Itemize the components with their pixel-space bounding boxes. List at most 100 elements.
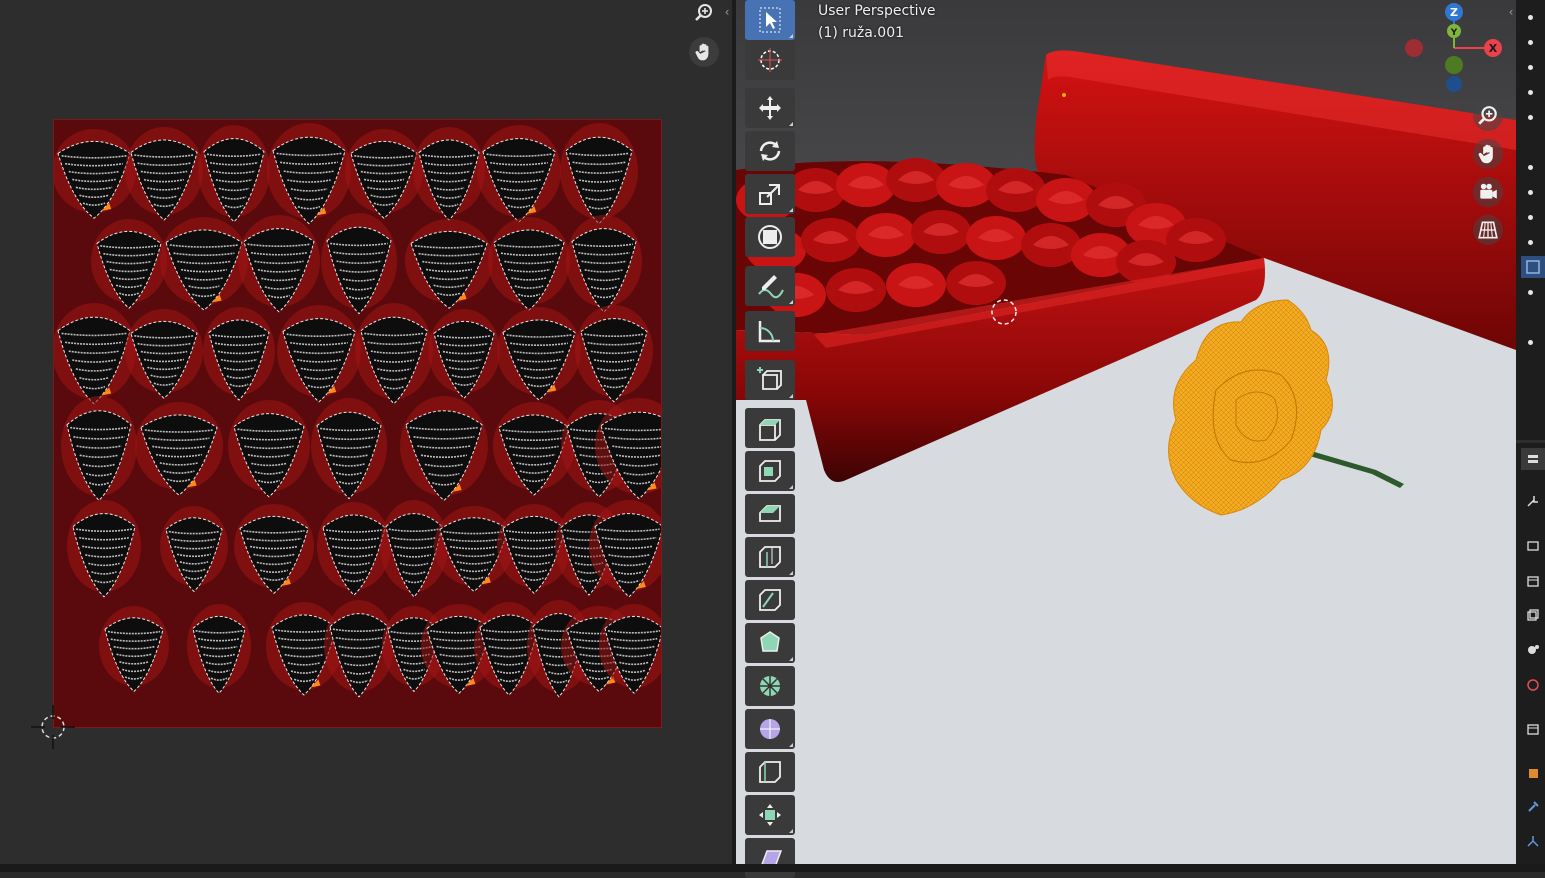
knife-icon xyxy=(759,589,781,611)
uv-island xyxy=(238,215,320,313)
scale-tool-button[interactable] xyxy=(745,174,795,214)
uv-island xyxy=(428,309,500,399)
bevel-tool-button[interactable] xyxy=(745,494,795,534)
cursor-tool-button[interactable] xyxy=(745,40,795,80)
uv-island xyxy=(203,307,275,401)
zoom-icon[interactable] xyxy=(689,0,719,28)
uv-island xyxy=(560,123,638,225)
strip-dot xyxy=(1528,290,1533,295)
uv-island xyxy=(566,215,642,313)
strip-dot xyxy=(1528,15,1533,20)
rotate-tool-button[interactable] xyxy=(745,131,795,171)
select-box-tool-button[interactable] xyxy=(745,0,795,40)
poly-build-tool-button[interactable] xyxy=(745,623,795,663)
move-tool-button[interactable] xyxy=(745,88,795,128)
strip-dot xyxy=(1528,40,1533,45)
uv-island xyxy=(311,398,387,500)
edge-slide-tool-button[interactable] xyxy=(745,752,795,792)
scene-properties-icon[interactable] xyxy=(1521,638,1545,660)
uv-island xyxy=(67,500,141,598)
strip-dot xyxy=(1528,165,1533,170)
2d-cursor-icon[interactable] xyxy=(31,705,75,749)
properties-strip xyxy=(1516,0,1545,864)
view-name-label: User Perspective xyxy=(818,3,936,19)
bevel-icon xyxy=(759,505,781,522)
output-properties-icon[interactable] xyxy=(1521,570,1545,592)
annotate-icon xyxy=(758,275,784,299)
uv-island xyxy=(61,396,137,502)
uv-island xyxy=(400,396,488,502)
active-object-label: (1) ruža.001 xyxy=(818,25,905,41)
uv-island xyxy=(91,219,167,309)
move-icon xyxy=(759,96,781,120)
strip-dot xyxy=(1528,115,1533,120)
neg-x-axis-handle[interactable] xyxy=(1405,39,1423,57)
neg-y-axis-handle[interactable] xyxy=(1445,56,1463,74)
inset-faces-tool-button[interactable] xyxy=(745,451,795,491)
view-layer-icon[interactable] xyxy=(1521,604,1545,626)
strip-dot xyxy=(1528,90,1533,95)
uv-island xyxy=(413,127,485,221)
knife-tool-button[interactable] xyxy=(745,580,795,620)
zoom-icon[interactable] xyxy=(1473,101,1503,131)
strip-dot xyxy=(1528,215,1533,220)
annotate-tool-button[interactable] xyxy=(745,266,795,306)
3d-viewport[interactable] xyxy=(736,0,1516,864)
render-properties-icon[interactable] xyxy=(1521,534,1545,556)
object-properties-icon[interactable] xyxy=(1521,762,1545,784)
uv-island xyxy=(228,400,310,498)
tool-properties-icon[interactable] xyxy=(1521,490,1545,512)
world-properties-icon[interactable] xyxy=(1521,674,1545,696)
collection-properties-icon[interactable] xyxy=(1521,718,1545,740)
transform-icon xyxy=(758,225,782,249)
uv-island xyxy=(267,123,351,225)
uv-texture-canvas[interactable] xyxy=(53,119,662,728)
strip-dot xyxy=(1528,240,1533,245)
navigation-gizmo[interactable]: Z Y X xyxy=(1400,0,1510,100)
poly-build-icon xyxy=(760,631,780,652)
uv-island xyxy=(198,125,270,223)
uv-island xyxy=(125,127,203,221)
tool-shelf xyxy=(744,0,797,878)
particles-properties-icon[interactable] xyxy=(1521,830,1545,852)
uv-island xyxy=(405,219,493,309)
loop-cut-tool-button[interactable] xyxy=(745,537,795,577)
measure-tool-button[interactable] xyxy=(745,311,795,351)
uv-editor-area[interactable]: ‹ xyxy=(0,0,732,864)
uv-island xyxy=(125,309,203,399)
grid-icon[interactable] xyxy=(1473,215,1503,245)
uv-island xyxy=(355,303,433,405)
uv-island xyxy=(277,305,361,403)
select-box-icon xyxy=(759,7,781,33)
spin-tool-button[interactable] xyxy=(745,666,795,706)
uv-island xyxy=(187,604,251,694)
neg-z-axis-handle[interactable] xyxy=(1446,76,1462,92)
extrude-region-tool-button[interactable] xyxy=(745,408,795,448)
shear-tool-button[interactable] xyxy=(745,838,795,878)
transform-tool-button[interactable] xyxy=(745,217,795,257)
editor-type-icon[interactable] xyxy=(1521,448,1545,470)
shrink-fatten-tool-button[interactable] xyxy=(745,795,795,835)
strip-dot xyxy=(1528,65,1533,70)
uv-island xyxy=(488,217,570,311)
add-cube-tool-button[interactable] xyxy=(745,360,795,400)
smooth-tool-button[interactable] xyxy=(745,709,795,749)
status-bar xyxy=(0,864,1545,872)
inset-faces-icon xyxy=(759,460,781,482)
uv-island xyxy=(321,213,397,315)
hand-pan-icon[interactable] xyxy=(689,37,719,67)
strip-dot xyxy=(1528,340,1533,345)
z-axis-label: Z xyxy=(1450,6,1458,19)
uv-tab-icon[interactable] xyxy=(1521,256,1545,278)
uv-island xyxy=(160,506,228,593)
uv-island xyxy=(575,305,653,403)
uv-island xyxy=(54,129,136,219)
hand-pan-icon[interactable] xyxy=(1473,139,1503,169)
y-axis-label: Y xyxy=(1450,28,1458,38)
edge-slide-icon xyxy=(759,761,781,783)
uv-island xyxy=(135,402,223,496)
modifier-properties-icon[interactable] xyxy=(1521,796,1545,818)
uv-island xyxy=(99,606,169,693)
x-axis-label: X xyxy=(1489,42,1498,55)
camera-icon[interactable] xyxy=(1473,177,1503,207)
